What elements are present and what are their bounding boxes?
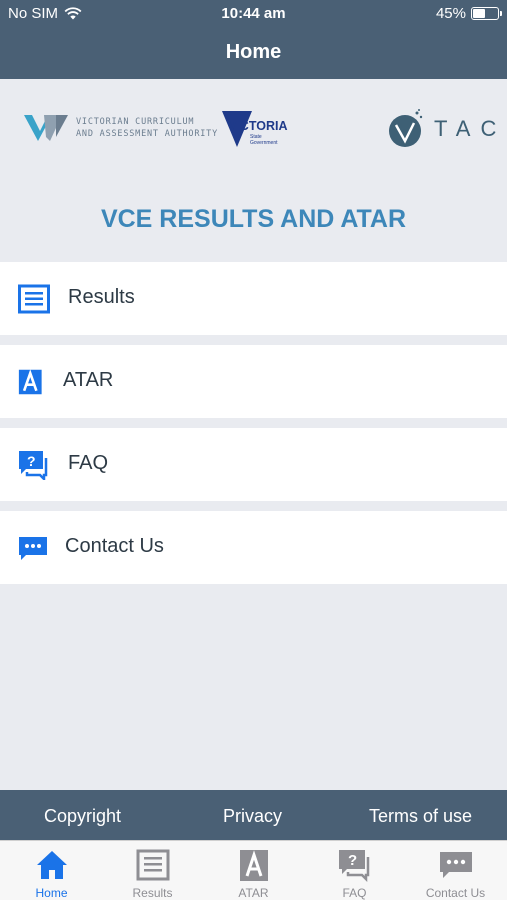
vic-sub2: Government xyxy=(250,140,278,146)
atar-tab-icon xyxy=(240,850,268,881)
tac-logo: TAC xyxy=(388,109,506,149)
vcaa-logo: VICTORIAN CURRICULUM AND ASSESSMENT AUTH… xyxy=(22,111,218,145)
tab-faq[interactable]: ? FAQ xyxy=(304,841,405,900)
tac-emblem-icon xyxy=(389,109,423,147)
tab-label-contact-us: Contact Us xyxy=(425,886,486,900)
vcaa-emblem-icon xyxy=(24,115,68,141)
battery-percent: 45% xyxy=(435,5,466,22)
menu-item-results[interactable]: Results xyxy=(0,262,507,335)
tab-label-atar: ATAR xyxy=(238,886,269,900)
copyright-link[interactable]: Copyright xyxy=(44,806,121,827)
tab-bar: Home Results ATAR ? FAQ Contact Us xyxy=(0,840,507,900)
battery-icon xyxy=(471,7,502,20)
menu-item-contact-us[interactable]: Contact Us xyxy=(0,511,507,584)
victoria-government-logo: VICTORIA State Government xyxy=(222,109,288,154)
results-tab-icon xyxy=(136,849,170,881)
menu-label-faq: FAQ xyxy=(68,452,109,474)
faq-icon: ? xyxy=(19,451,48,480)
battery-status: 45% xyxy=(435,5,502,22)
menu-item-faq[interactable]: ? FAQ xyxy=(0,428,507,501)
svg-text:?: ? xyxy=(348,852,357,869)
contact-icon xyxy=(19,537,47,560)
tab-label-faq: FAQ xyxy=(342,886,367,900)
vcaa-line2: AND ASSESSMENT AUTHORITY xyxy=(76,129,219,139)
atar-icon xyxy=(18,369,42,395)
tac-letters: TAC xyxy=(434,116,507,141)
faq-tab-icon: ? xyxy=(339,850,370,882)
vic-name: VICTORIA xyxy=(228,119,288,133)
menu-item-atar[interactable]: ATAR xyxy=(0,345,507,418)
menu-label-contact-us: Contact Us xyxy=(65,535,164,557)
tab-label-results: Results xyxy=(132,886,173,900)
terms-of-use-link[interactable]: Terms of use xyxy=(369,806,472,827)
status-bar: No SIM 10:44 am 45% xyxy=(0,0,507,28)
partner-logos: VICTORIAN CURRICULUM AND ASSESSMENT AUTH… xyxy=(0,79,507,189)
tab-home[interactable]: Home xyxy=(1,841,102,900)
vcaa-line1: VICTORIAN CURRICULUM xyxy=(76,117,195,127)
section-heading: VCE RESULTS AND ATAR xyxy=(100,205,407,233)
tab-label-home: Home xyxy=(35,886,68,900)
results-icon xyxy=(18,284,50,314)
privacy-link[interactable]: Privacy xyxy=(223,806,282,827)
page-title: Home xyxy=(225,41,282,63)
clock: 10:44 am xyxy=(221,5,286,22)
tab-atar[interactable]: ATAR xyxy=(203,841,304,900)
svg-text:?: ? xyxy=(27,453,36,469)
navigation-bar: Home xyxy=(0,28,507,79)
tab-contact-us[interactable]: Contact Us xyxy=(405,841,506,900)
contact-tab-icon xyxy=(440,852,472,878)
home-icon xyxy=(37,851,67,879)
menu-label-results: Results xyxy=(68,286,135,308)
tab-results[interactable]: Results xyxy=(102,841,203,900)
menu-label-atar: ATAR xyxy=(63,369,114,391)
footer-links: Copyright Privacy Terms of use xyxy=(0,790,507,840)
